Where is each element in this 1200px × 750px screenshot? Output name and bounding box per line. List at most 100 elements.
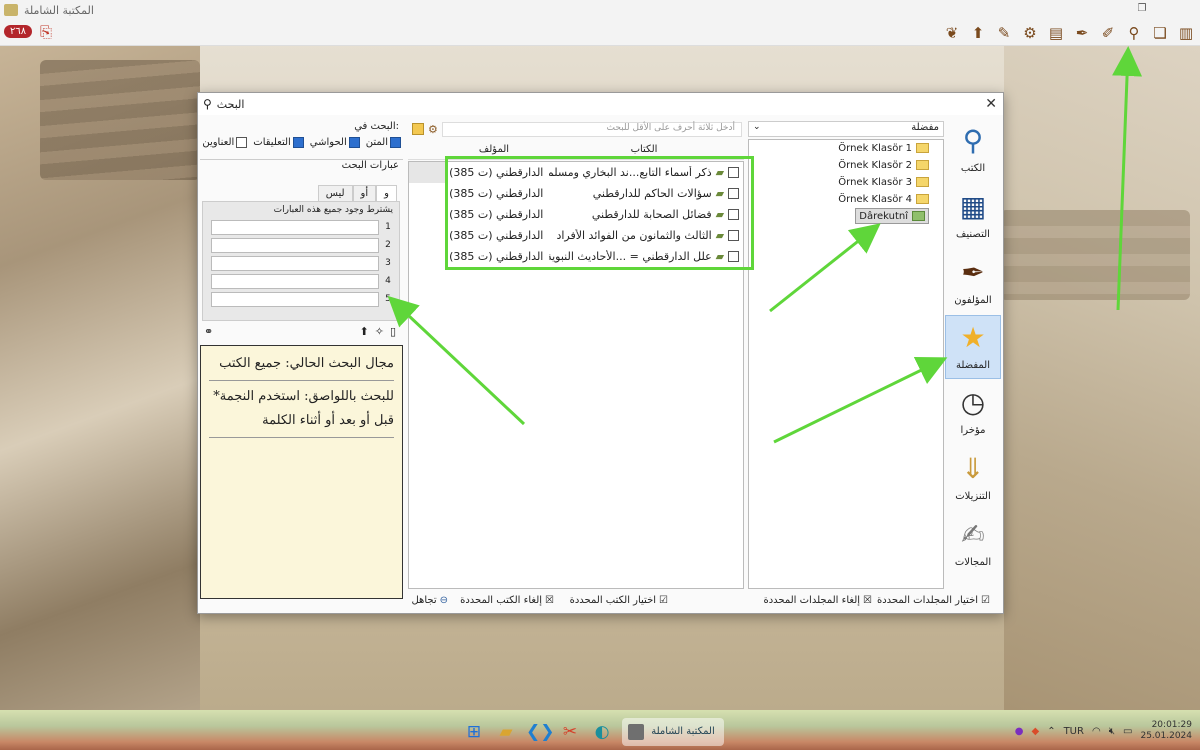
- sidebar-item-label: الكتب: [960, 163, 986, 174]
- dialog-titlebar: ⚲ البحث ✕: [198, 93, 1003, 115]
- language-indicator[interactable]: TUR: [1064, 726, 1084, 737]
- download-icon: ⇓: [961, 452, 985, 485]
- checkbox[interactable]: [236, 137, 248, 148]
- phrase-row: 1: [203, 218, 399, 236]
- taskbar: ⊞ ▰ ❮❯ ✂ ◐ المكتبة الشاملة ● ◆ ⌃ TUR ◠ 🔇…: [0, 710, 1200, 750]
- folder-node[interactable]: Örnek Klasör 3: [838, 174, 929, 190]
- cancel-list-icon: ☒: [545, 595, 554, 606]
- phrase-row: 2: [203, 236, 399, 254]
- vscode-icon[interactable]: ❮❯: [526, 720, 555, 744]
- combo-value: مفضلة: [911, 122, 939, 133]
- info-box: مجال البحث الحالي: جميع الكتب للبحث بالل…: [200, 345, 403, 599]
- minus-circle-icon: ⊖: [439, 595, 448, 606]
- folder-icon[interactable]: [412, 123, 424, 135]
- select-books-button[interactable]: ☑ اختيار الكتب المحددة: [570, 595, 668, 606]
- folder-node-selected[interactable]: Dârekutnî: [855, 208, 929, 224]
- wildcard-hint-text: للبحث باللواصق: استخدم النجمة* قبل أو بع…: [213, 389, 394, 428]
- checkbox-label: التعليقات: [253, 137, 291, 148]
- taskbar-active-app[interactable]: المكتبة الشاملة: [622, 718, 724, 746]
- row-number: 3: [385, 258, 391, 268]
- edit-icon[interactable]: ✎: [994, 23, 1014, 43]
- feather-icon[interactable]: ✒: [1072, 23, 1092, 43]
- book-icon[interactable]: ▥: [1176, 23, 1196, 43]
- tray-app-icon[interactable]: ●: [1015, 726, 1024, 737]
- gear-icon[interactable]: ⚙: [428, 123, 442, 136]
- ignore-button[interactable]: ⊖ تجاهل: [411, 595, 448, 606]
- logic-tabs: و أو ليس: [317, 185, 397, 201]
- leaf-icon[interactable]: ❦: [942, 23, 962, 43]
- wifi-icon[interactable]: ◠: [1092, 726, 1101, 737]
- check-text[interactable]: المتن: [366, 137, 401, 148]
- open-book-icon[interactable]: ❏: [1150, 23, 1170, 43]
- upload-icon[interactable]: ⬆: [968, 23, 988, 43]
- search-icon[interactable]: ⚲: [1124, 23, 1144, 43]
- clear-icon[interactable]: ✧: [375, 325, 384, 338]
- sidebar-item-category[interactable]: ▦ التصنيف: [945, 185, 1001, 249]
- phrase-input[interactable]: [211, 291, 379, 307]
- clock-icon: ◷: [960, 386, 986, 419]
- snip-icon[interactable]: ✂: [558, 720, 582, 744]
- cancel-folders-button[interactable]: ☒ إلغاء المجلدات المحددة: [763, 595, 872, 606]
- battery-icon[interactable]: ▭: [1123, 726, 1132, 737]
- phrase-input[interactable]: [211, 219, 379, 235]
- file-explorer-icon[interactable]: ▰: [494, 720, 518, 744]
- button-label: إلغاء الكتب المحددة: [460, 595, 543, 606]
- phrase-input[interactable]: [211, 255, 379, 271]
- tab-and[interactable]: و: [376, 185, 397, 201]
- folder-label: Dârekutnî: [859, 210, 908, 222]
- tray-app-icon[interactable]: ◆: [1031, 726, 1039, 737]
- folder-icon: [912, 211, 925, 221]
- phrase-input[interactable]: [211, 273, 379, 289]
- folder-node[interactable]: Örnek Klasör 2: [838, 157, 929, 173]
- chevron-down-icon[interactable]: ⌄: [753, 122, 761, 132]
- cancel-books-button[interactable]: ☒ إلغاء الكتب المحددة: [460, 595, 554, 606]
- up-icon[interactable]: ⬆: [360, 325, 369, 338]
- sidebar-item-downloads[interactable]: ⇓ التنزيلات: [945, 447, 1001, 511]
- chevron-up-icon[interactable]: ⌃: [1047, 726, 1055, 737]
- checkbox[interactable]: [390, 137, 401, 148]
- volume-muted-icon[interactable]: 🔇︎: [1109, 726, 1115, 737]
- checkbox[interactable]: [292, 137, 304, 148]
- book-search-input[interactable]: أدخل ثلاثة أحرف على الأقل للبحث: [442, 121, 742, 137]
- update-count-badge[interactable]: ٢٦٨: [4, 25, 33, 38]
- edge-icon[interactable]: ◐: [590, 720, 614, 744]
- folder-node[interactable]: Örnek Klasör 4: [838, 191, 929, 207]
- select-folders-button[interactable]: ☑ اختيار المجلدات المحددة: [877, 595, 990, 606]
- app-icon: [628, 724, 644, 740]
- folder-tree: Örnek Klasör 1 Örnek Klasör 2 Örnek Klas…: [748, 139, 944, 589]
- folder-node[interactable]: Örnek Klasör 1: [838, 140, 929, 156]
- tab-not[interactable]: ليس: [317, 185, 353, 201]
- sidebar-item-favorites[interactable]: ★ المفضلة: [945, 315, 1001, 379]
- system-tray: ● ◆ ⌃ TUR ◠ 🔇︎ ▭ 20:01:29 25.01.2024: [1015, 720, 1192, 742]
- check-margins[interactable]: الحواشي: [310, 137, 360, 148]
- check-titles[interactable]: العناوين: [202, 137, 248, 148]
- sidebar-item-authors[interactable]: ✒ المؤلفون: [945, 251, 1001, 315]
- restore-button[interactable]: ❐: [1136, 3, 1148, 15]
- search-scope-text: مجال البحث الحالي: جميع الكتب: [219, 356, 394, 371]
- notes-icon[interactable]: ✐: [1098, 23, 1118, 43]
- search-in-label: البحث في:: [354, 121, 399, 132]
- checkbox-label: العناوين: [202, 137, 235, 148]
- windows-start-icon[interactable]: ⊞: [462, 720, 486, 744]
- phrase-row: 5: [203, 290, 399, 308]
- background-books: [40, 60, 200, 180]
- folder-label: Örnek Klasör 2: [838, 159, 912, 171]
- new-icon[interactable]: ▯: [390, 325, 396, 338]
- gear-icon[interactable]: ⚙: [1020, 23, 1040, 43]
- sidebar-item-recent[interactable]: ◷ مؤخرا: [945, 381, 1001, 445]
- close-icon[interactable]: ✕: [985, 96, 997, 112]
- favorites-combo[interactable]: مفضلة ⌄: [748, 121, 944, 137]
- check-comments[interactable]: التعليقات: [253, 137, 304, 148]
- sidebar-item-fields[interactable]: ✍ المجالات: [945, 513, 1001, 577]
- text-icon[interactable]: ▤: [1046, 23, 1066, 43]
- action-bar: ☑ اختيار المجلدات المحددة ☒ إلغاء المجلدات…: [408, 595, 998, 611]
- pdf-icon[interactable]: ⎘: [40, 23, 58, 41]
- phrase-row: 4: [203, 272, 399, 290]
- tab-or[interactable]: أو: [352, 185, 377, 201]
- papers-icon: ✍: [961, 518, 985, 551]
- binoculars-icon[interactable]: ⚭: [204, 325, 213, 338]
- sidebar-item-books[interactable]: ⚲ الكتب: [945, 119, 1001, 183]
- checkbox[interactable]: [348, 137, 360, 148]
- phrase-input[interactable]: [211, 237, 379, 253]
- clock[interactable]: 20:01:29 25.01.2024: [1140, 720, 1192, 742]
